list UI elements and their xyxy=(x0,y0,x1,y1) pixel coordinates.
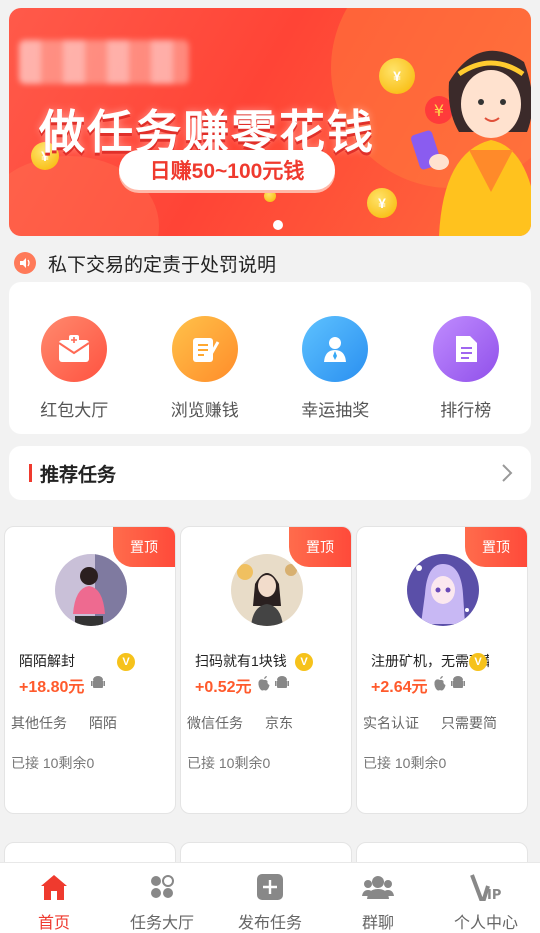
home-icon xyxy=(38,871,70,903)
recommended-header[interactable]: 推荐任务 xyxy=(9,446,531,500)
pinned-badge: 置顶 xyxy=(465,527,527,567)
task-category: 其他任务 xyxy=(11,715,67,731)
platform-icons xyxy=(433,675,465,691)
quick-item-label: 红包大厅 xyxy=(40,401,109,420)
task-card[interactable]: 置顶 陌陌解封 V +18.80元 其他任务 陌陌 已接 10剩余0 xyxy=(4,526,176,814)
tab-publish[interactable]: 发布任务 xyxy=(216,863,324,933)
task-card[interactable]: 置顶 扫码就有1块钱 V +0.52元 微信任务 京东 已接 10剩余0 xyxy=(180,526,352,814)
group-chat-icon xyxy=(362,871,394,903)
task-tag: 陌陌 xyxy=(89,715,117,731)
bottom-tab-bar: 首页 任务大厅 发布任务 群聊 IP 个人中心 xyxy=(0,862,540,933)
pinned-badge: 置顶 xyxy=(113,527,175,567)
tab-profile[interactable]: IP 个人中心 xyxy=(432,863,540,933)
pinned-badge: 置顶 xyxy=(289,527,351,567)
verified-icon: V xyxy=(117,653,135,671)
svg-text:¥: ¥ xyxy=(434,101,444,120)
vip-profile-icon: IP xyxy=(470,871,502,903)
avatar xyxy=(407,554,479,626)
task-price: +18.80元 xyxy=(19,679,85,696)
quick-item-browse[interactable]: 浏览赚钱 xyxy=(140,282,271,434)
tab-task-hall[interactable]: 任务大厅 xyxy=(108,863,216,933)
task-tags: 其他任务 陌陌 xyxy=(11,713,117,733)
quick-item-label: 浏览赚钱 xyxy=(170,401,239,420)
blurred-logo xyxy=(19,40,189,84)
speaker-icon xyxy=(14,252,36,274)
task-hall-icon xyxy=(146,871,178,903)
quick-item-red-envelope[interactable]: 红包大厅 xyxy=(9,282,140,434)
quick-item-label: 幸运抽奖 xyxy=(301,401,370,420)
publish-plus-icon xyxy=(254,871,286,903)
task-stat: 已接 10剩余0 xyxy=(11,755,95,771)
tab-label: 个人中心 xyxy=(453,915,518,932)
quick-menu: 红包大厅 浏览赚钱 幸运抽奖 排行榜 xyxy=(9,282,531,434)
android-icon xyxy=(91,676,105,688)
red-envelope-icon xyxy=(41,316,108,382)
quick-item-ranking[interactable]: 排行榜 xyxy=(401,282,532,434)
task-card[interactable]: 置顶 注册矿机，无需下载 V +2.64元 实名认证 只需要简 已接 10剩余0 xyxy=(356,526,528,814)
avatar xyxy=(55,554,127,626)
task-list: 置顶 陌陌解封 V +18.80元 其他任务 陌陌 已接 10剩余0 置顶 扫码… xyxy=(4,526,536,814)
notice-text: 私下交易的定责于处罚说明 xyxy=(48,254,277,276)
task-category: 实名认证 xyxy=(363,715,419,731)
task-category: 微信任务 xyxy=(187,715,243,731)
carousel-indicator[interactable] xyxy=(273,220,283,230)
quick-item-label: 排行榜 xyxy=(440,401,492,420)
ranking-list-icon xyxy=(432,316,499,382)
task-title: 扫码就有1块钱 xyxy=(195,653,287,669)
android-icon xyxy=(275,676,289,688)
tab-group-chat[interactable]: 群聊 xyxy=(324,863,432,933)
promo-banner[interactable]: ¥ ¥ ¥ 做任务赚零花钱 日赚50~100元钱 ¥ xyxy=(9,8,531,236)
android-icon xyxy=(451,676,465,688)
tab-label: 群聊 xyxy=(361,915,394,932)
notice-bar[interactable]: 私下交易的定责于处罚说明 xyxy=(14,250,276,276)
task-tag: 京东 xyxy=(265,715,293,731)
avatar xyxy=(231,554,303,626)
coin-icon: ¥ xyxy=(367,188,397,218)
task-tags: 实名认证 只需要简 xyxy=(363,713,497,733)
coin-icon xyxy=(264,190,276,202)
platform-icons xyxy=(257,675,289,691)
chevron-right-icon xyxy=(502,464,513,482)
task-tag: 只需要简 xyxy=(441,715,497,731)
task-price: +0.52元 xyxy=(195,679,252,696)
task-price: +2.64元 xyxy=(371,679,428,696)
recommended-title: 推荐任务 xyxy=(40,464,117,486)
tab-home[interactable]: 首页 xyxy=(0,863,108,933)
apple-icon xyxy=(258,676,270,691)
task-stat: 已接 10剩余0 xyxy=(187,755,271,771)
girl-illustration: ¥ xyxy=(411,50,531,236)
platform-icons xyxy=(91,675,105,691)
task-tags: 微信任务 京东 xyxy=(187,713,293,733)
browse-note-icon xyxy=(171,316,238,382)
tab-label: 任务大厅 xyxy=(129,915,194,932)
banner-subline: 日赚50~100元钱 xyxy=(119,150,335,190)
svg-text:IP: IP xyxy=(487,888,501,902)
apple-icon xyxy=(434,676,446,691)
verified-icon: V xyxy=(295,653,313,671)
verified-icon: V xyxy=(469,653,487,671)
task-stat: 已接 10剩余0 xyxy=(363,755,447,771)
lucky-draw-icon xyxy=(302,316,369,382)
quick-item-lucky-draw[interactable]: 幸运抽奖 xyxy=(270,282,401,434)
task-title: 陌陌解封 xyxy=(19,653,75,669)
accent-bar xyxy=(29,464,32,482)
tab-label: 首页 xyxy=(37,915,70,932)
tab-label: 发布任务 xyxy=(237,915,302,932)
